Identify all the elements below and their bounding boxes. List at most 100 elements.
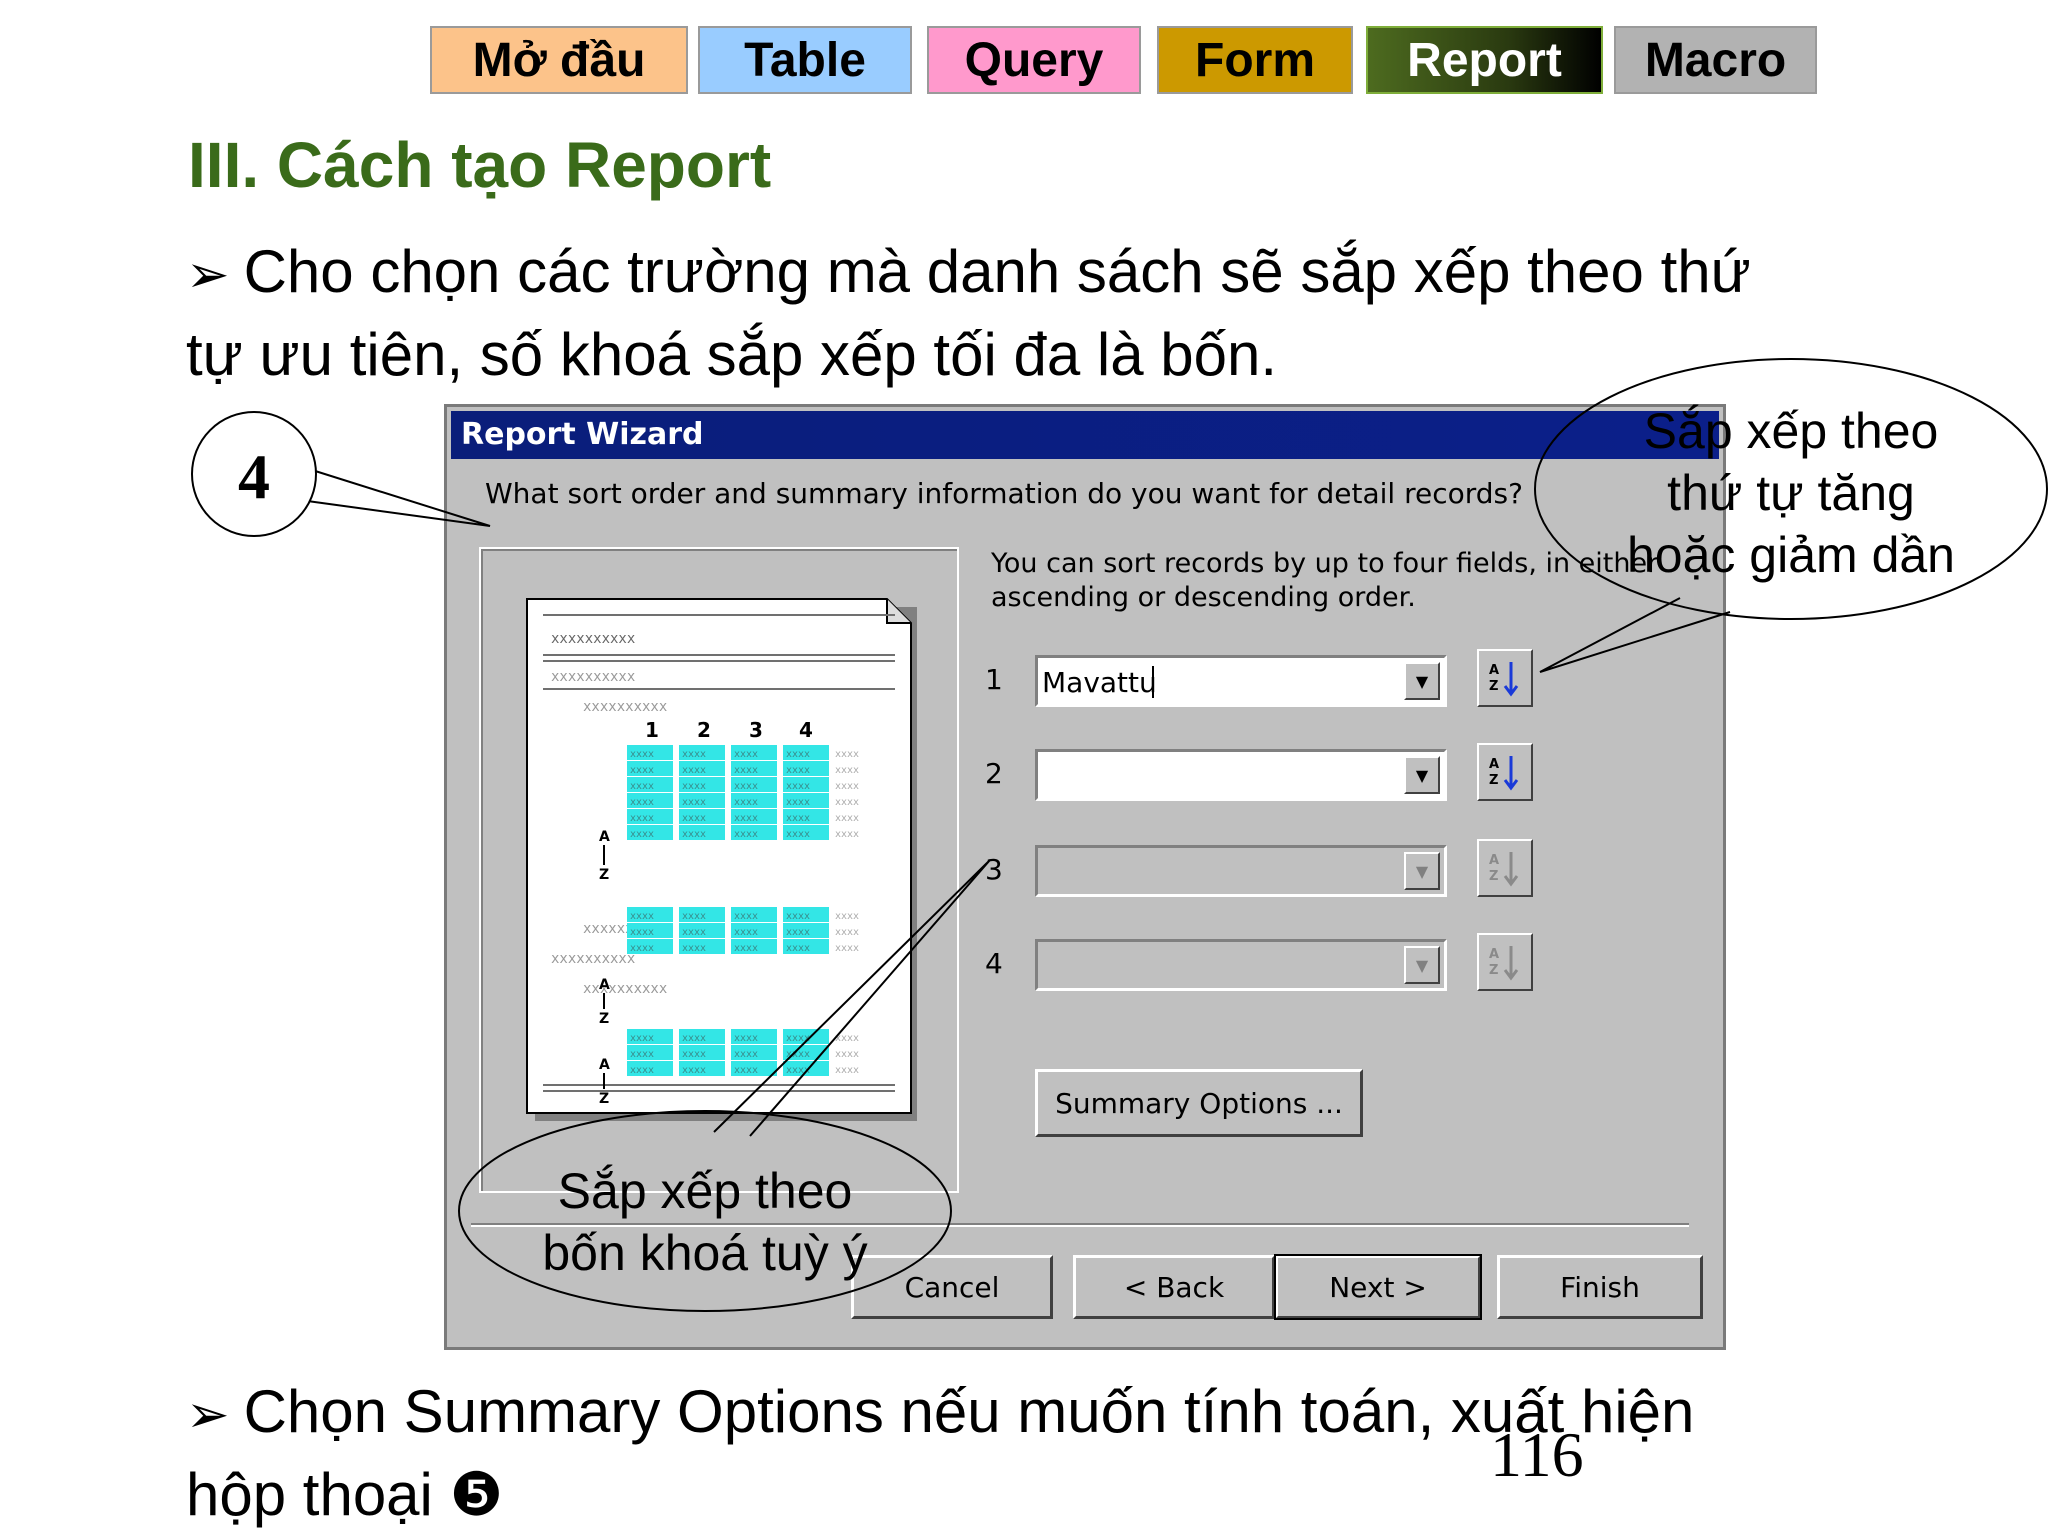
hint-line: ascending or descending order. xyxy=(991,582,1416,613)
preview-cell-text: xxxx xyxy=(734,797,758,808)
preview-cell-text: xxxx xyxy=(682,749,706,760)
az-marker-z: Z xyxy=(599,1011,609,1027)
sort-row-number: 3 xyxy=(985,853,1003,886)
preview-cell-text: xxxx xyxy=(835,1033,859,1044)
preview-cell-text: xxxx xyxy=(786,943,810,954)
sort-ascending-icon: AZ xyxy=(1489,756,1519,791)
preview-cell-text: xxxx xyxy=(682,927,706,938)
preview-cell-text: xxxx xyxy=(786,927,810,938)
preview-cell-text: xxxx xyxy=(786,911,810,922)
preview-cell-text: xxxx xyxy=(630,911,654,922)
paragraph-line: hộp thoại ❺ xyxy=(186,1461,504,1528)
sort-ascending-icon: AZ xyxy=(1489,946,1519,981)
sort-order-toggle-2[interactable]: AZ xyxy=(1477,743,1533,801)
summary-options-button[interactable]: Summary Options ... xyxy=(1035,1069,1363,1137)
az-marker-a: A xyxy=(599,977,610,993)
preview-cell-text: xxxx xyxy=(734,927,758,938)
preview-cell-text: xxxx xyxy=(734,829,758,840)
sort-field-value: Mavattu xyxy=(1042,666,1157,699)
preview-cell-text: xxxx xyxy=(734,1049,758,1060)
text-cursor xyxy=(1152,666,1154,698)
callout-line: hoặc giảm dần xyxy=(1626,527,1955,583)
bullet-arrow-icon: ➢ xyxy=(186,246,230,304)
preview-cell-text: xxxx xyxy=(630,749,654,760)
preview-cell-text: xxxx xyxy=(786,797,810,808)
dialog-title-bar: Report Wizard xyxy=(451,411,1719,459)
preview-col-number: 3 xyxy=(749,718,763,742)
preview-x-line: xxxxxxxxxx xyxy=(583,699,667,715)
preview-cell-text: xxxx xyxy=(786,765,810,776)
svg-text:Z: Z xyxy=(1489,963,1498,978)
preview-cell-text: xxxx xyxy=(786,749,810,760)
preview-cell-text: xxxx xyxy=(786,781,810,792)
nav-tab-report[interactable]: Report xyxy=(1366,26,1603,94)
next-button[interactable]: Next > xyxy=(1274,1254,1482,1320)
paragraph-line: tự ưu tiên, số khoá sắp xếp tối đa là bố… xyxy=(186,321,1278,388)
preview-cell-text: xxxx xyxy=(835,943,859,954)
preview-cell-text: xxxx xyxy=(682,813,706,824)
sort-field-2-select[interactable]: ▼ xyxy=(1035,749,1447,801)
sort-row-number: 2 xyxy=(985,757,1003,790)
preview-col-number: 2 xyxy=(697,718,711,742)
sort-field-4-select[interactable]: ▼ xyxy=(1035,939,1447,991)
nav-tab-query[interactable]: Query xyxy=(927,26,1141,94)
callout-four-keys: Sắp xếp theo bốn khoá tuỳ ý xyxy=(500,1160,910,1284)
preview-col-number: 4 xyxy=(799,718,813,742)
sort-order-toggle-1[interactable]: AZ xyxy=(1477,649,1533,707)
preview-cell-text: xxxx xyxy=(786,1065,810,1076)
preview-x-line: xxxxxxxxxx xyxy=(551,951,635,967)
svg-text:Z: Z xyxy=(1489,679,1498,694)
preview-cell-text: xxxx xyxy=(734,1065,758,1076)
chevron-down-icon[interactable]: ▼ xyxy=(1404,756,1440,794)
az-marker-z: Z xyxy=(599,1091,609,1107)
preview-cell-text: xxxx xyxy=(630,927,654,938)
chevron-down-icon[interactable]: ▼ xyxy=(1404,662,1440,700)
sort-row-number: 4 xyxy=(985,947,1003,980)
preview-cell-text: xxxx xyxy=(835,797,859,808)
preview-cell-text: xxxx xyxy=(835,781,859,792)
sort-ascending-icon: AZ xyxy=(1489,852,1519,887)
sort-hint-text: You can sort records by up to four field… xyxy=(991,547,1658,615)
preview-cell-text: xxxx xyxy=(786,1033,810,1044)
paragraph-line: Cho chọn các trường mà danh sách sẽ sắp … xyxy=(243,238,1751,305)
svg-text:A: A xyxy=(1489,947,1499,962)
preview-cell-text: xxxx xyxy=(835,765,859,776)
paragraph-sort-fields: ➢ Cho chọn các trường mà danh sách sẽ sắp… xyxy=(186,232,1751,395)
chevron-down-icon[interactable]: ▼ xyxy=(1404,946,1440,984)
az-marker-a: A xyxy=(599,1057,610,1073)
preview-x-line: xxxxxxxxxx xyxy=(551,631,635,647)
preview-cell-text: xxxx xyxy=(734,749,758,760)
preview-cell-text: xxxx xyxy=(786,1049,810,1060)
preview-cell-text: xxxx xyxy=(630,1065,654,1076)
preview-cell-text: xxxx xyxy=(682,1065,706,1076)
preview-col-number: 1 xyxy=(645,718,659,742)
sort-field-1-select[interactable]: Mavattu ▼ xyxy=(1035,655,1447,707)
svg-text:Z: Z xyxy=(1489,773,1498,788)
preview-cell-text: xxxx xyxy=(630,765,654,776)
nav-tab-table[interactable]: Table xyxy=(698,26,912,94)
preview-cell-text: xxxx xyxy=(630,781,654,792)
preview-cell-text: xxxx xyxy=(630,943,654,954)
nav-tab-form[interactable]: Form xyxy=(1157,26,1353,94)
az-marker-a: A xyxy=(599,829,610,845)
preview-cell-text: xxxx xyxy=(734,943,758,954)
chevron-down-icon[interactable]: ▼ xyxy=(1404,852,1440,890)
finish-button[interactable]: Finish xyxy=(1497,1255,1703,1319)
svg-text:A: A xyxy=(1489,757,1499,772)
sort-order-toggle-3[interactable]: AZ xyxy=(1477,839,1533,897)
nav-tab-mo-dau[interactable]: Mở đầu xyxy=(430,26,688,94)
preview-x-line: xxxxxxxxxx xyxy=(551,669,635,685)
back-button[interactable]: < Back xyxy=(1073,1255,1275,1319)
sort-order-toggle-4[interactable]: AZ xyxy=(1477,933,1533,991)
callout-line: bốn khoá tuỳ ý xyxy=(542,1225,868,1281)
hint-line: You can sort records by up to four field… xyxy=(991,548,1659,579)
sort-field-3-select[interactable]: ▼ xyxy=(1035,845,1447,897)
paragraph-line: Chọn Summary Options nếu muốn tính toán,… xyxy=(243,1378,1695,1445)
step-number-badge: 4 xyxy=(238,441,270,512)
callout-line: Sắp xếp theo xyxy=(1643,403,1939,459)
preview-cell-text: xxxx xyxy=(835,911,859,922)
callout-line: Sắp xếp theo xyxy=(557,1163,853,1219)
report-preview-panel: xxxxxxxxxx xxxxxxxxxx xxxxxxxxxx xxxxxxx… xyxy=(479,547,959,1193)
nav-tab-macro[interactable]: Macro xyxy=(1614,26,1817,94)
preview-cell-text: xxxx xyxy=(835,927,859,938)
